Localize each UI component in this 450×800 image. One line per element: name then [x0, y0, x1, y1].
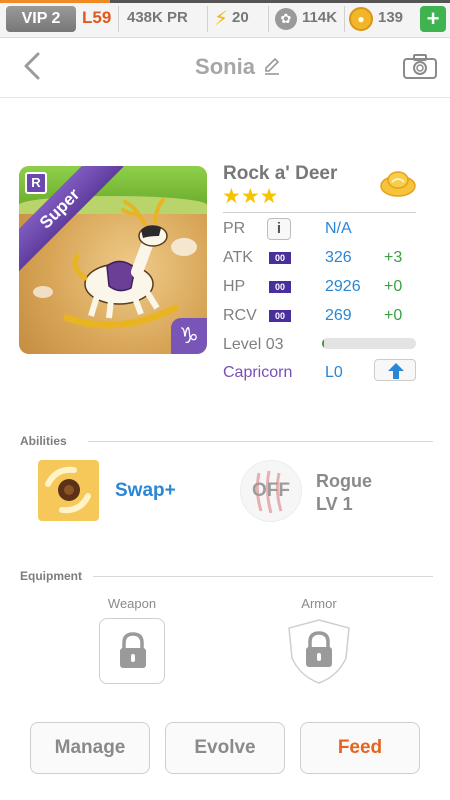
pr-value: N/A: [325, 220, 352, 237]
energy-icon: ⚡: [214, 8, 229, 30]
rcv-label: RCV: [223, 307, 257, 324]
evolve-button[interactable]: Evolve: [165, 722, 285, 774]
divider: [223, 212, 416, 213]
rcv-value: 269: [325, 307, 352, 324]
manage-button[interactable]: Manage: [30, 722, 150, 774]
hp-label: HP: [223, 278, 246, 295]
star-rating: ★★★: [222, 185, 279, 208]
coin-count: 139: [378, 9, 404, 26]
hp-bonus: +0: [384, 278, 403, 295]
level-label: Level 03: [223, 336, 284, 353]
divider: [118, 6, 119, 32]
equipment-section-label: Equipment: [20, 569, 82, 583]
swap-icon: [45, 466, 91, 514]
zodiac-name: Capricorn: [223, 364, 293, 381]
monster-card[interactable]: Super R ♑: [19, 166, 207, 354]
xp-progress-bar: [322, 338, 416, 349]
divider: [207, 6, 208, 32]
camera-icon[interactable]: [402, 52, 438, 80]
rcv-plus-badge: 00: [269, 310, 291, 322]
xp-progress-fill: [322, 338, 324, 349]
divider: [93, 576, 433, 577]
rcv-bonus: +0: [384, 307, 403, 324]
leader-skill-name: Rogue: [316, 471, 372, 491]
pr-info-button[interactable]: i: [267, 218, 291, 240]
paw-icon: ✿: [275, 8, 297, 30]
abilities-section-label: Abilities: [20, 434, 67, 448]
armor-label: Armor: [301, 596, 337, 611]
cloud-element-icon: [380, 171, 416, 197]
divider: [268, 6, 269, 32]
leader-skill-level: LV 1: [316, 494, 353, 514]
hp-value: 2926: [325, 278, 361, 295]
coin-icon: ●: [349, 7, 373, 31]
leader-skill-off-label: OFF: [252, 480, 290, 501]
pr-label: PR: [223, 220, 246, 237]
weapon-slot[interactable]: [99, 618, 165, 684]
player-level: L59: [82, 8, 112, 27]
paw-count: 114K: [302, 9, 338, 26]
top-progress-accent: [0, 0, 110, 3]
divider: [88, 441, 433, 442]
feed-button[interactable]: Feed: [300, 722, 420, 774]
monster-name: Rock a' Deer: [223, 163, 338, 184]
atk-label: ATK: [223, 249, 253, 266]
leader-skill-info: Rogue LV 1: [316, 470, 372, 516]
monster-nickname: Sonia: [195, 54, 255, 79]
up-arrow-icon: [388, 363, 404, 379]
atk-plus-badge: 00: [269, 252, 291, 264]
status-bar: VIP 2 L59 438K PR ⚡ 20 ✿ 114K ● 139 +: [0, 0, 450, 38]
energy-count: 20: [232, 9, 249, 26]
atk-value: 326: [325, 249, 352, 266]
zodiac-upgrade-button[interactable]: [374, 359, 416, 381]
zodiac-level: L0: [325, 364, 343, 381]
vip-badge[interactable]: VIP 2: [6, 6, 76, 32]
edit-pencil-icon[interactable]: [262, 56, 282, 76]
skill-name[interactable]: Swap+: [115, 480, 176, 502]
divider: [344, 6, 345, 32]
capricorn-icon: ♑: [171, 318, 207, 354]
add-currency-button[interactable]: +: [420, 6, 446, 32]
swap-skill-icon[interactable]: [38, 460, 99, 521]
armor-slot[interactable]: [286, 618, 352, 684]
header: Sonia: [0, 38, 450, 98]
player-pr: 438K PR: [127, 9, 188, 26]
atk-bonus: +3: [384, 249, 403, 266]
rarity-badge: R: [25, 172, 47, 194]
shield-lock-icon: [288, 619, 350, 684]
hp-plus-badge: 00: [269, 281, 291, 293]
lock-icon: [120, 632, 146, 668]
weapon-label: Weapon: [107, 596, 157, 611]
